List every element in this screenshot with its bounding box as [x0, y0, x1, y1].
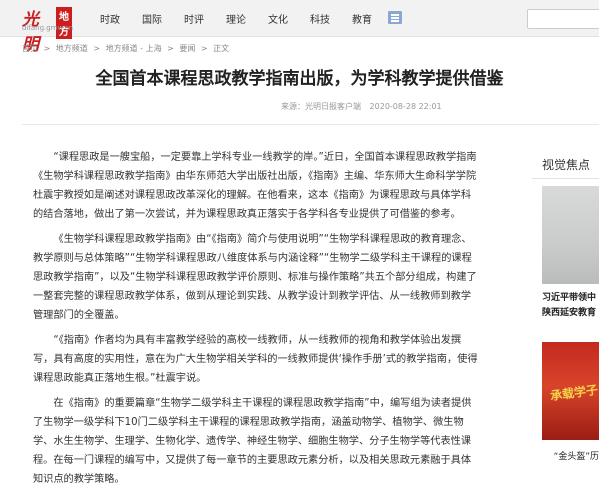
article-meta: 来源：光明日报客户端 2020-08-28 22:01: [281, 101, 442, 112]
logo-domain: difang.gmw.cn: [22, 24, 74, 32]
nav-item-commentary[interactable]: 时评: [184, 11, 204, 26]
nav-item-international[interactable]: 国际: [142, 11, 162, 26]
nav-item-technology[interactable]: 科技: [310, 11, 330, 26]
article-source: 来源：光明日报客户端: [281, 102, 361, 111]
article-paragraph: 《生物学科课程思政教学指南》由“《指南》简介与使用说明”“生物学科课程思政的教育…: [33, 234, 477, 321]
breadcrumb-local-channel[interactable]: 地方频道: [56, 44, 88, 53]
sidebar-thumbnail-image[interactable]: [542, 186, 599, 284]
thumbnail-overlay-text: 承载学子: [549, 382, 599, 404]
top-navigation-bar: 光明 地方 difang.gmw.cn 时政 国际 时评 理论 文化 科技 教育: [0, 0, 599, 55]
menu-icon[interactable]: [388, 11, 402, 24]
logo-channel-badge: 地方: [56, 7, 72, 39]
breadcrumb-shanghai[interactable]: 地方频道 - 上海: [106, 44, 162, 53]
article-title: 全国首本课程思政教学指南出版，为学科教学提供借鉴: [95, 69, 504, 89]
sidebar-item-caption[interactable]: “金头盔”历: [542, 449, 599, 462]
breadcrumb-current: 正文: [213, 44, 230, 53]
sidebar-thumbnail-image[interactable]: 承载学子: [542, 342, 599, 440]
breadcrumb-separator: >: [43, 44, 51, 53]
article-body: “课程思政是一艘宝船，一定要靠上学科专业一线教学的岸。”近日，全国首本课程思政教…: [33, 148, 481, 495]
sidebar-title: 视觉焦点: [542, 158, 591, 172]
breadcrumb-home[interactable]: 首页: [22, 44, 38, 53]
nav-item-politics[interactable]: 时政: [100, 11, 120, 26]
nav-item-culture[interactable]: 文化: [268, 11, 288, 26]
nav-item-education[interactable]: 教育: [352, 11, 372, 26]
search-input[interactable]: [527, 9, 599, 29]
main-nav: 时政 国际 时评 理论 文化 科技 教育: [100, 11, 394, 26]
caption-line: 陕西延安教育: [542, 308, 597, 318]
divider: [22, 124, 599, 125]
breadcrumb-headlines[interactable]: 要闻: [179, 44, 195, 53]
breadcrumb-separator: >: [93, 44, 101, 53]
article-paragraph: 在《指南》的重要篇章“生物学二级学科主干课程的课程思政教学指南”中，编写组为读者…: [33, 398, 472, 485]
caption-line: 习近平带领中: [542, 293, 597, 303]
breadcrumb-separator: >: [200, 44, 208, 53]
article-paragraph: “课程思政是一艘宝船，一定要靠上学科专业一线教学的岸。”近日，全国首本课程思政教…: [33, 152, 477, 220]
breadcrumb-separator: >: [167, 44, 174, 53]
article-paragraph: “《指南》作者均为具有丰富教学经验的高校一线教师，从一线教师的视角和教学体验出发…: [33, 335, 478, 384]
sidebar-divider: [532, 178, 599, 179]
nav-item-theory[interactable]: 理论: [226, 11, 246, 26]
article-date: 2020-08-28 22:01: [369, 102, 442, 111]
sidebar-item-caption[interactable]: 习近平带领中 陕西延安教育: [542, 291, 599, 321]
breadcrumb: 首页 > 地方频道 > 地方频道 - 上海 > 要闻 > 正文: [22, 43, 232, 54]
